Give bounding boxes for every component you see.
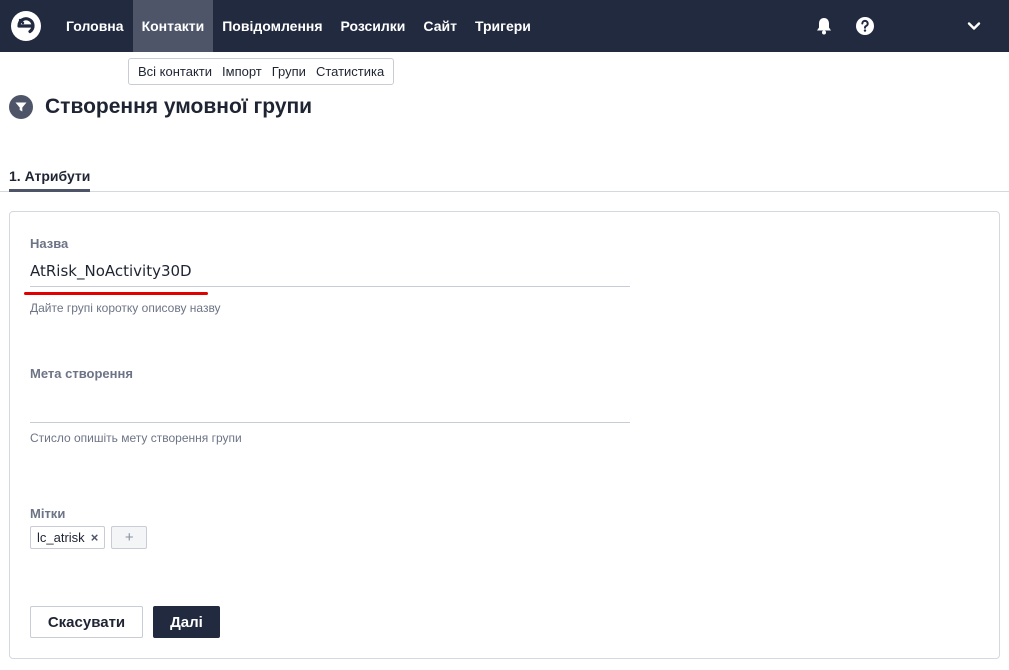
cancel-button[interactable]: Скасувати [30, 606, 143, 638]
help-icon[interactable] [851, 12, 879, 40]
nav-item-triggers[interactable]: Тригери [466, 0, 540, 52]
submenu-item-import[interactable]: Імпорт [217, 64, 267, 79]
main-nav: Головна Контакти Повідомлення Розсилки С… [57, 0, 540, 52]
page-header: Створення умовної групи [9, 95, 312, 119]
tag-item: lc_atrisk × [30, 526, 106, 549]
bell-icon[interactable] [810, 12, 838, 40]
nav-item-mailings[interactable]: Розсилки [332, 0, 415, 52]
steps-bar: 1. Атрибути [0, 166, 1009, 192]
page-title: Створення умовної групи [45, 95, 313, 118]
close-icon[interactable]: × [91, 530, 99, 545]
submenu-item-all-contacts[interactable]: Всі контакти [133, 64, 217, 79]
tag-label: lc_atrisk [37, 530, 85, 545]
filter-icon [9, 95, 33, 119]
form-card: Назва Дайте групі коротку описову назву … [9, 211, 1000, 659]
chevron-down-icon[interactable] [960, 12, 988, 40]
nav-item-messages[interactable]: Повідомлення [213, 0, 331, 52]
next-button[interactable]: Далі [153, 606, 220, 638]
tab-attributes[interactable]: 1. Атрибути [9, 168, 91, 192]
goal-hint: Стисло опишіть мету створення групи [30, 431, 242, 445]
add-tag-button[interactable]: + [111, 526, 148, 549]
contacts-submenu: Всі контакти Імпорт Групи Статистика [128, 58, 395, 85]
nav-item-contacts[interactable]: Контакти [132, 0, 214, 52]
tags-label: Мітки [30, 506, 66, 521]
logo-icon[interactable] [2, 0, 50, 52]
name-hint: Дайте групі коротку описову назву [30, 301, 221, 315]
top-navigation-bar: Головна Контакти Повідомлення Розсилки С… [0, 0, 1009, 52]
goal-label: Мета створення [30, 366, 133, 381]
nav-item-home[interactable]: Головна [57, 0, 133, 52]
tags-list: lc_atrisk × + [30, 526, 148, 549]
nav-item-site[interactable]: Сайт [414, 0, 466, 52]
red-underline-annotation [24, 292, 208, 295]
name-input[interactable] [30, 255, 630, 287]
submenu-item-groups[interactable]: Групи [267, 64, 311, 79]
name-label: Назва [30, 236, 69, 251]
goal-input[interactable] [30, 391, 630, 423]
submenu-item-statistics[interactable]: Статистика [311, 64, 389, 79]
